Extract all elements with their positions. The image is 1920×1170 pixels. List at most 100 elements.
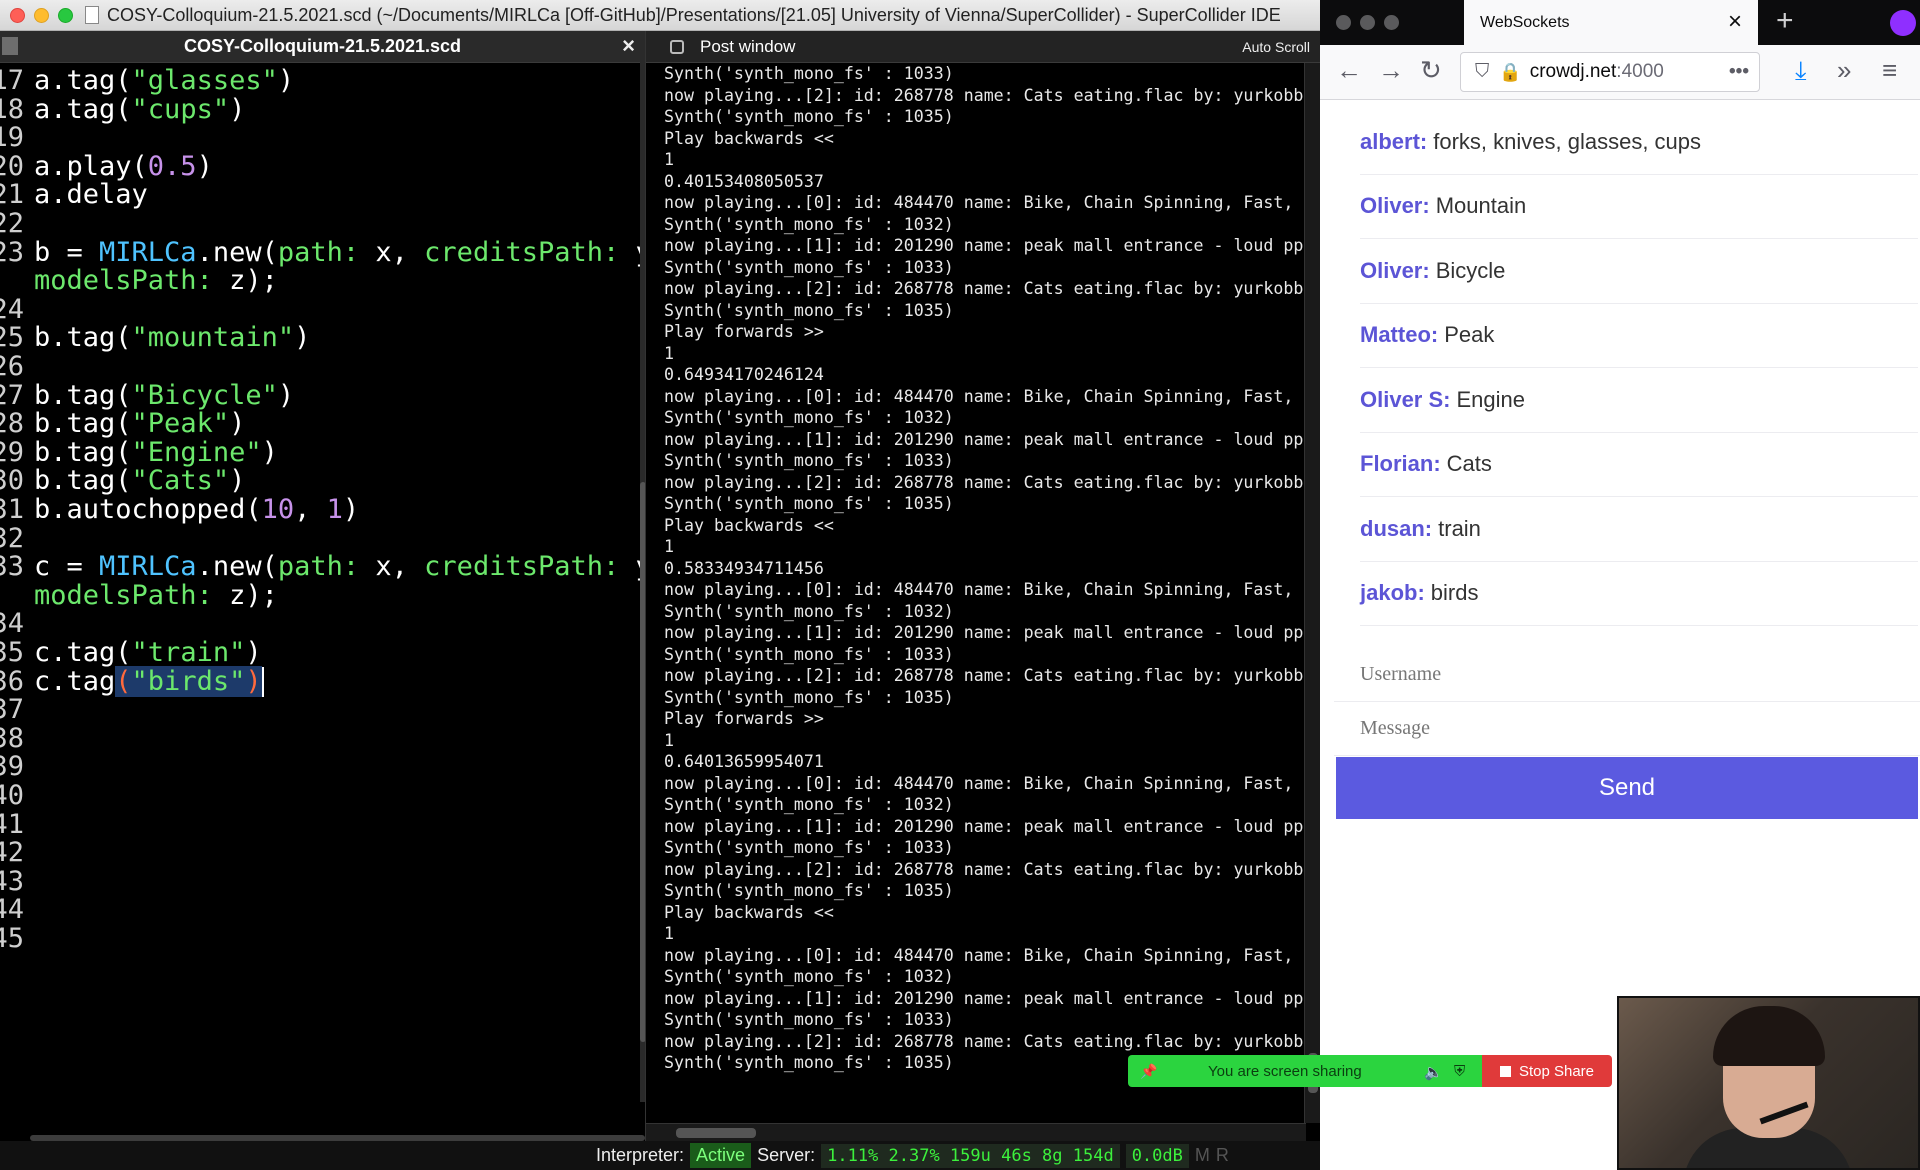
chat-message: dusan: train xyxy=(1360,497,1918,562)
post-line: now playing...[2]: id: 268778 name: Cats… xyxy=(664,666,1304,685)
message-username: jakob: xyxy=(1360,580,1425,606)
code-editor[interactable]: COSY-Colloquium-21.5.2021.scd × 17181920… xyxy=(0,31,645,1141)
post-line: Synth('synth_mono_fs' : 1032) xyxy=(664,408,954,427)
stop-icon xyxy=(1499,1065,1511,1077)
browser-toolbar: ← → ↻ ⛉ 🔒 crowdj.net :4000 ••• ⤓ » ≡ xyxy=(1320,45,1920,100)
post-line: Synth('synth_mono_fs' : 1035) xyxy=(664,494,954,513)
scrollbar-thumb[interactable] xyxy=(676,1128,756,1138)
auto-scroll-toggle[interactable]: Auto Scroll xyxy=(1242,39,1310,55)
minimize-window-button[interactable] xyxy=(1360,15,1375,30)
post-line: Synth('synth_mono_fs' : 1033) xyxy=(664,838,954,857)
message-text: Cats xyxy=(1446,451,1492,477)
post-line: Play forwards >> xyxy=(664,322,824,341)
url-host: crowdj.net xyxy=(1529,61,1617,82)
ide-titlebar: COSY-Colloquium-21.5.2021.scd (~/Documen… xyxy=(0,0,1320,31)
window-controls xyxy=(10,7,73,23)
close-tab-button[interactable]: × xyxy=(1728,8,1742,36)
webcam-video-thumbnail[interactable] xyxy=(1617,996,1920,1170)
post-line: Synth('synth_mono_fs' : 1033) xyxy=(664,644,954,664)
post-window-output[interactable]: Synth('synth_mono_fs' : 1033) now playing… xyxy=(664,63,1304,1108)
post-line: Play backwards << xyxy=(664,515,834,535)
post-line: Synth('synth_mono_fs' : 1035) xyxy=(664,687,954,707)
hamburger-menu-icon[interactable]: ≡ xyxy=(1882,55,1897,86)
url-port: :4000 xyxy=(1616,61,1664,82)
stop-share-label: Stop Share xyxy=(1518,1062,1595,1080)
browser-tab-strip: WebSockets × + xyxy=(1320,0,1920,45)
browser-tab-websockets[interactable]: WebSockets × xyxy=(1464,0,1758,45)
download-icon[interactable]: ⤓ xyxy=(1795,55,1807,87)
post-line: Play backwards << xyxy=(664,902,834,922)
screen-share-bar: 📌 You are screen sharing 🔈 ⛨ Stop Share xyxy=(1128,1055,1612,1087)
message-username: Oliver: xyxy=(1360,193,1430,219)
post-line: Play backwards << xyxy=(664,128,834,148)
message-username: dusan: xyxy=(1360,515,1433,541)
post-window: Post window Auto Scroll Synth('synth_mon… xyxy=(645,31,1320,1141)
status-bar: Interpreter: Active Server: 1.11% 2.37% … xyxy=(0,1141,1320,1170)
message-text: train xyxy=(1438,515,1481,541)
url-bar[interactable]: ⛉ 🔒 crowdj.net :4000 ••• xyxy=(1460,52,1760,92)
new-tab-button[interactable]: + xyxy=(1776,4,1794,38)
page-actions-menu[interactable]: ••• xyxy=(1729,61,1749,83)
message-text: forks, knives, glasses, cups xyxy=(1433,128,1702,154)
message-input[interactable]: Message xyxy=(1334,702,1920,756)
supercollider-ide-window: COSY-Colloquium-21.5.2021.scd (~/Documen… xyxy=(0,0,1320,1170)
message-username: Oliver: xyxy=(1360,257,1430,283)
post-line: 1 xyxy=(664,730,674,750)
post-line: 0.64013659954071 xyxy=(664,752,824,771)
mute-button[interactable]: M xyxy=(1195,1145,1210,1166)
post-line: Play forwards >> xyxy=(664,709,824,728)
back-arrow-icon[interactable]: ← xyxy=(1336,55,1362,86)
post-line: Synth('synth_mono_fs' : 1033) xyxy=(664,64,954,83)
interpreter-status-badge[interactable]: Active xyxy=(690,1143,752,1168)
server-stats[interactable]: 1.11% 2.37% 159u 46s 8g 154d xyxy=(821,1143,1120,1168)
post-line: 1 xyxy=(664,537,674,556)
message-username: albert: xyxy=(1360,128,1428,154)
overflow-chevron-icon[interactable]: » xyxy=(1837,55,1851,86)
forward-arrow-icon[interactable]: → xyxy=(1378,55,1404,86)
insecure-lock-icon[interactable]: 🔒 xyxy=(1499,62,1521,83)
window-title: COSY-Colloquium-21.5.2021.scd (~/Documen… xyxy=(107,4,1281,25)
post-line: now playing...[0]: id: 484470 name: Bike… xyxy=(664,386,1304,406)
minimize-window-button[interactable] xyxy=(34,7,49,23)
chat-message: Matteo: Peak xyxy=(1360,304,1918,368)
volume-readout[interactable]: 0.0dB xyxy=(1125,1143,1189,1168)
post-line: Synth('synth_mono_fs' : 1033) xyxy=(664,257,954,277)
post-line: now playing...[0]: id: 484470 name: Bike… xyxy=(664,580,1304,599)
close-window-button[interactable] xyxy=(10,7,25,23)
post-horizontal-scrollbar[interactable] xyxy=(646,1123,1306,1141)
code-area[interactable]: 1718192021222324252627282930313233343536… xyxy=(0,63,645,1103)
chat-message-list: albert: forks, knives, glasses, cups Olive… xyxy=(1360,110,1918,626)
line-number-label: 45 xyxy=(0,923,24,954)
post-line: now playing...[0]: id: 484470 name: Bike… xyxy=(664,945,1304,965)
stop-share-button[interactable]: Stop Share xyxy=(1482,1055,1612,1087)
post-line: Synth('synth_mono_fs' : 1035) xyxy=(664,107,954,126)
screen-share-indicator[interactable]: 📌 You are screen sharing 🔈 ⛨ xyxy=(1128,1055,1482,1087)
message-username: Oliver S: xyxy=(1360,386,1451,412)
server-label: Server: xyxy=(757,1145,816,1165)
post-line: 0.64934170246124 xyxy=(664,365,824,384)
audio-icon[interactable]: 🔈 xyxy=(1424,1063,1443,1081)
send-button[interactable]: Send xyxy=(1336,757,1918,819)
pin-icon[interactable]: 📌 xyxy=(1140,1063,1157,1079)
tracking-shield-icon[interactable]: ⛉ xyxy=(1475,61,1489,83)
chat-message: albert: forks, knives, glasses, cups xyxy=(1360,110,1918,175)
post-line: Synth('synth_mono_fs' : 1035) xyxy=(664,300,954,320)
chat-message: jakob: birds xyxy=(1360,562,1918,626)
post-output-lines: Synth('synth_mono_fs' : 1033) now playing… xyxy=(664,63,1304,1074)
post-line: now playing...[2]: id: 268778 name: Cats… xyxy=(664,859,1304,879)
record-button[interactable]: R xyxy=(1216,1145,1229,1166)
post-vertical-scrollbar[interactable] xyxy=(1304,63,1320,1123)
close-tab-button[interactable]: × xyxy=(622,33,635,59)
username-input[interactable]: Username xyxy=(1334,648,1920,702)
chat-message: Oliver S: Engine xyxy=(1360,368,1918,433)
reload-icon[interactable]: ↻ xyxy=(1420,55,1442,86)
chat-message: Oliver: Mountain xyxy=(1360,175,1918,239)
zoom-window-button[interactable] xyxy=(1384,15,1399,30)
security-shield-icon[interactable]: ⛨ xyxy=(1454,1063,1470,1080)
message-username: Matteo: xyxy=(1360,322,1439,348)
zoom-window-button[interactable] xyxy=(58,7,73,23)
post-line: now playing...[1]: id: 201290 name: peak… xyxy=(664,623,1304,642)
editor-tab[interactable]: COSY-Colloquium-21.5.2021.scd × xyxy=(0,31,645,63)
undock-icon[interactable] xyxy=(670,39,684,54)
close-window-button[interactable] xyxy=(1336,15,1351,30)
